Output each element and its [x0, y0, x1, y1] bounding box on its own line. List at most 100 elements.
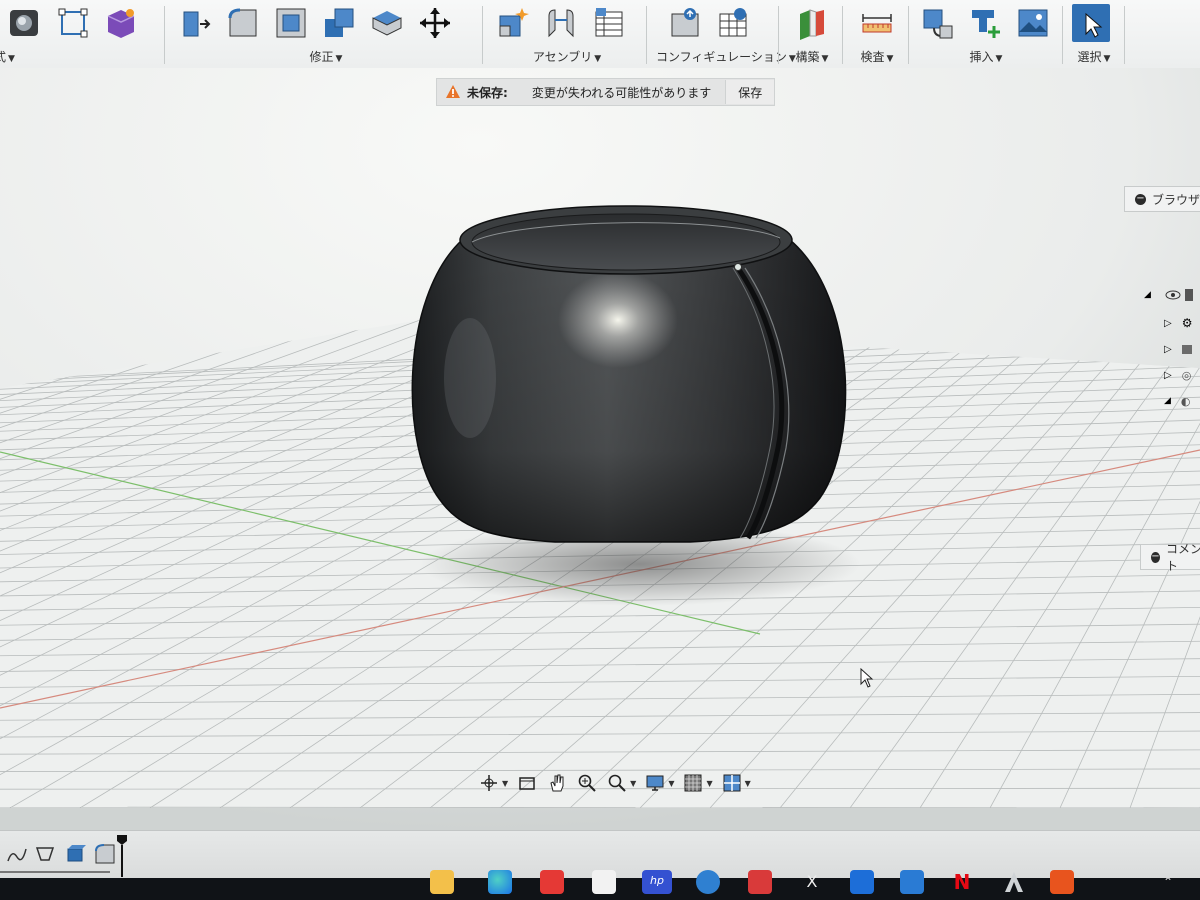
- autodesk-icon[interactable]: [1002, 870, 1026, 894]
- collapse-icon[interactable]: −: [1135, 193, 1146, 205]
- toolbar-separator: [646, 6, 647, 64]
- timeline-marker-icon[interactable]: [116, 833, 128, 877]
- combine-icon[interactable]: [320, 4, 358, 42]
- expand-icon[interactable]: ▷: [1164, 344, 1172, 355]
- toolbar-group-label[interactable]: 挿入 ▼: [918, 48, 1054, 65]
- netflix-label: N: [953, 870, 971, 894]
- expand-icon[interactable]: ▷: [1164, 318, 1172, 329]
- browser-panel-header[interactable]: − ブラウザ: [1124, 186, 1200, 212]
- chevron-down-icon: ▼: [335, 54, 343, 64]
- app-red-icon[interactable]: [748, 870, 772, 894]
- zoom-icon[interactable]: [576, 772, 598, 794]
- fusion-icon[interactable]: [1050, 870, 1074, 894]
- toolbar-group-select: 選択 ▼: [1072, 0, 1116, 68]
- configuration-table-icon[interactable]: [714, 4, 752, 42]
- chevron-down-icon[interactable]: ▼: [668, 779, 674, 788]
- stack-icon[interactable]: [900, 870, 924, 894]
- toolbar-group-modify: 修正 ▼: [176, 0, 476, 68]
- sketch-rectangle-icon[interactable]: [54, 4, 92, 42]
- expand-icon[interactable]: ◢: [1144, 290, 1151, 300]
- toolbar-group-assemble: アセンブリ ▼: [494, 0, 640, 68]
- insert-image-icon[interactable]: [1014, 4, 1052, 42]
- comments-label: コメント: [1165, 542, 1200, 573]
- specular-highlight: [558, 272, 678, 368]
- fillet-feature-icon[interactable]: [94, 843, 116, 865]
- shell-icon[interactable]: [272, 4, 310, 42]
- toolbar-group-label[interactable]: コンフィギュレーション ▼: [656, 48, 796, 65]
- browser-tree: ◢ ▷ ⚙ ▷ ▷ ◎ ◢ ◐: [1140, 286, 1200, 426]
- chevron-down-icon[interactable]: ▼: [706, 779, 712, 788]
- store-icon[interactable]: [592, 870, 616, 894]
- move-icon[interactable]: [416, 4, 454, 42]
- toolbar-group-construct: 構築 ▼: [790, 0, 834, 68]
- tree-row[interactable]: ◢: [1140, 286, 1193, 304]
- tree-row[interactable]: ▷ ⚙: [1140, 314, 1192, 332]
- warning-icon: [446, 85, 460, 98]
- toolbar-group-label[interactable]: 構築 ▼: [790, 48, 834, 65]
- comments-panel-header[interactable]: − コメント: [1140, 542, 1200, 573]
- toolbar-group-label[interactable]: 検査 ▼: [852, 48, 902, 65]
- 3d-viewport[interactable]: − ブラウザ ◢ ▷ ⚙ ▷ ▷ ◎ ◢ ◐ − コメント ▼ ▼ ▼ ▼ ▼: [0, 68, 1200, 830]
- toolbar-group-label[interactable]: 選択 ▼: [1072, 48, 1116, 65]
- configure-icon[interactable]: [666, 4, 704, 42]
- tree-row[interactable]: ▷ ◎: [1140, 366, 1191, 384]
- orbit-icon[interactable]: [478, 772, 500, 794]
- browser-label: ブラウザ: [1152, 192, 1200, 207]
- vessel-model[interactable]: [411, 205, 847, 543]
- toolbar-group-label[interactable]: 式 ▼: [0, 48, 154, 65]
- replace-face-icon[interactable]: [368, 4, 406, 42]
- toolbar-separator: [842, 6, 843, 64]
- expand-icon[interactable]: ▷: [1164, 370, 1172, 381]
- selected-vertex[interactable]: [734, 263, 742, 271]
- tree-row[interactable]: ▷: [1140, 340, 1192, 358]
- solid-body-icon[interactable]: [6, 4, 44, 42]
- grid-settings-icon[interactable]: [682, 772, 704, 794]
- chevron-down-icon: ▼: [1103, 54, 1111, 64]
- sketch-profile-icon[interactable]: [34, 843, 56, 865]
- toolbar-group-label[interactable]: 修正 ▼: [176, 48, 476, 65]
- netflix-icon[interactable]: N: [950, 870, 974, 894]
- toolbar-separator: [778, 6, 779, 64]
- toolbar-group-insert: 挿入 ▼: [918, 0, 1054, 68]
- press-pull-icon[interactable]: [176, 4, 214, 42]
- display-settings-icon[interactable]: [644, 772, 666, 794]
- extrude-feature-icon[interactable]: [64, 843, 86, 865]
- toolbar-group-label[interactable]: アセンブリ ▼: [494, 48, 640, 65]
- viewports-icon[interactable]: [721, 772, 743, 794]
- x-icon[interactable]: X: [800, 870, 824, 894]
- new-component-icon[interactable]: [494, 4, 532, 42]
- youtube-icon[interactable]: [540, 870, 564, 894]
- save-button[interactable]: 保存: [725, 80, 775, 104]
- toolbar-separator: [1062, 6, 1063, 64]
- edge-browser-icon[interactable]: [488, 870, 512, 894]
- form-icon[interactable]: [102, 4, 140, 42]
- pan-icon[interactable]: [546, 772, 568, 794]
- chevron-down-icon[interactable]: ▼: [502, 779, 508, 788]
- bom-table-icon[interactable]: [590, 4, 628, 42]
- scene-canvas[interactable]: [0, 68, 1200, 830]
- insert-mesh-icon[interactable]: [966, 4, 1004, 42]
- collapse-icon[interactable]: −: [1151, 551, 1160, 563]
- file-explorer-icon[interactable]: [430, 870, 454, 894]
- sketch-feature-icon[interactable]: [6, 843, 28, 865]
- insert-derive-icon[interactable]: [918, 4, 956, 42]
- construct-plane-icon[interactable]: [792, 4, 830, 42]
- measure-icon[interactable]: [858, 4, 896, 42]
- select-arrow-icon[interactable]: [1072, 4, 1110, 42]
- eye-icon[interactable]: [1165, 289, 1181, 301]
- tray-chevron-icon[interactable]: ⌃: [1156, 870, 1180, 894]
- fit-icon[interactable]: [606, 772, 628, 794]
- fillet-icon[interactable]: [224, 4, 262, 42]
- dropbox-icon[interactable]: [850, 870, 874, 894]
- chevron-down-icon[interactable]: ▼: [630, 779, 636, 788]
- toolbar-group-inspect: 検査 ▼: [852, 0, 902, 68]
- expand-icon[interactable]: ◢: [1164, 396, 1171, 406]
- select-group-label: 選択: [1077, 50, 1102, 64]
- joint-icon[interactable]: [542, 4, 580, 42]
- chevron-down-icon[interactable]: ▼: [745, 779, 751, 788]
- tree-row[interactable]: ◢ ◐: [1140, 392, 1191, 410]
- help-icon[interactable]: [696, 870, 720, 894]
- configure-group-label: コンフィギュレーション: [656, 50, 787, 64]
- hp-icon[interactable]: hp: [642, 870, 672, 894]
- look-at-icon[interactable]: [516, 772, 538, 794]
